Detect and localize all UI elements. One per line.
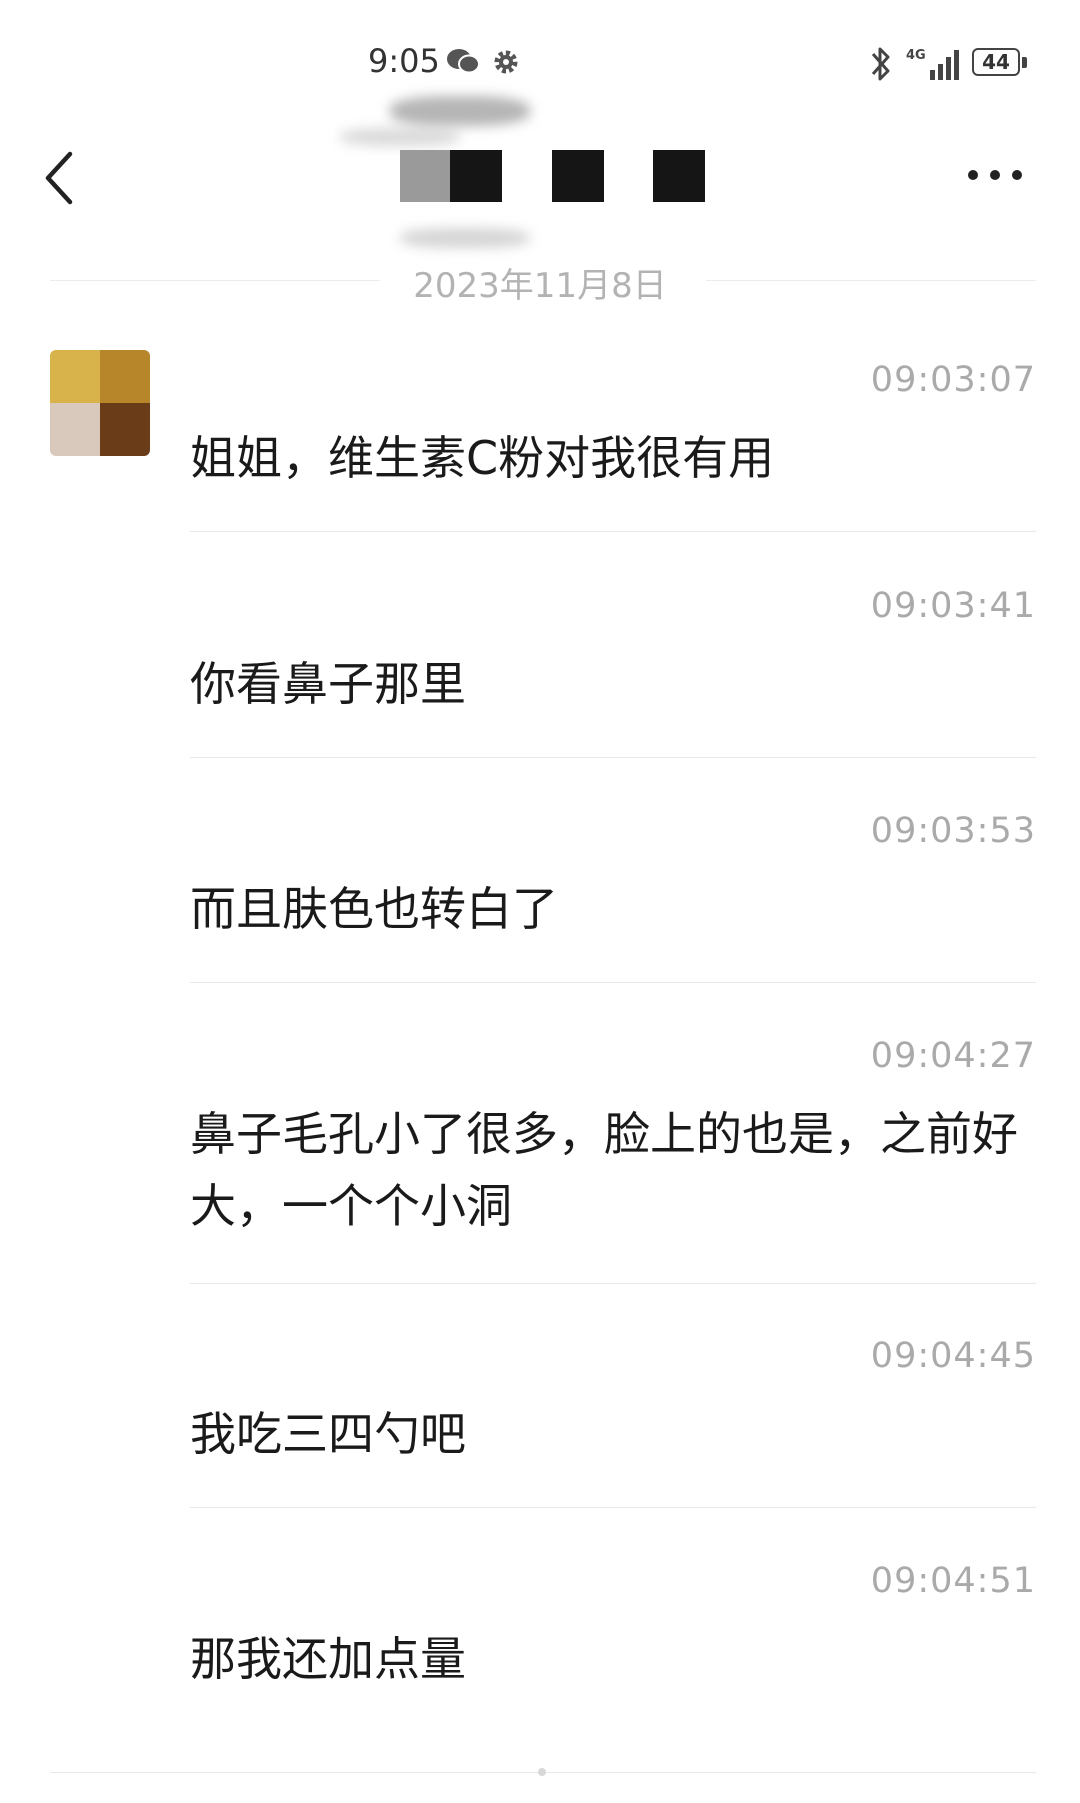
network-label: 4G [906, 48, 926, 63]
message-divider [190, 757, 1036, 758]
message-time: 09:04:51 [870, 1561, 1036, 1601]
date-divider-line-right [706, 280, 1036, 281]
message-item[interactable]: 09:04:51 那我还加点量 [190, 1561, 1036, 1733]
battery-level: 44 [972, 48, 1020, 76]
avatar[interactable] [50, 350, 150, 456]
message-item[interactable]: 09:03:41 你看鼻子那里 [190, 586, 1036, 758]
message-text: 那我还加点量 [190, 1632, 466, 1686]
status-time: 9:05 [368, 42, 440, 80]
message-item[interactable]: 09:04:27 鼻子毛孔小了很多，脸上的也是，之前好大，一个个小洞 [190, 1036, 1036, 1284]
message-item[interactable]: 09:04:45 我吃三四勺吧 [190, 1336, 1036, 1508]
message-divider [190, 531, 1036, 532]
chevron-left-icon[interactable] [36, 148, 86, 208]
wechat-icon [447, 49, 480, 74]
message-divider [190, 1283, 1036, 1284]
message-time: 09:04:27 [870, 1036, 1036, 1076]
signal-icon: 4G [906, 48, 959, 80]
message-time: 09:03:53 [870, 811, 1036, 851]
message-divider [190, 1507, 1036, 1508]
message-divider [190, 982, 1036, 983]
battery-icon: 44 [972, 48, 1030, 80]
bluetooth-icon [871, 47, 890, 81]
date-divider: 2023年11月8日 [413, 266, 667, 306]
message-text: 鼻子毛孔小了很多，脸上的也是，之前好大，一个个小洞 [190, 1107, 1018, 1233]
contact-name-redacted [400, 150, 705, 202]
message-time: 09:04:45 [870, 1336, 1036, 1376]
date-divider-line-left [50, 280, 380, 281]
message-item[interactable]: 09:03:53 而且肤色也转白了 [190, 811, 1036, 983]
more-dots-icon[interactable] [960, 160, 1030, 190]
message-item[interactable]: 09:03:07 姐姐，维生素C粉对我很有用 [190, 360, 1036, 532]
message-text: 你看鼻子那里 [190, 657, 466, 711]
message-time: 09:03:07 [870, 360, 1036, 400]
message-text: 姐姐，维生素C粉对我很有用 [190, 431, 775, 485]
message-text: 而且肤色也转白了 [190, 882, 558, 936]
gear-icon [494, 50, 518, 74]
message-time: 09:03:41 [870, 586, 1036, 626]
scroll-indicator-dot [538, 1768, 546, 1776]
message-text: 我吃三四勺吧 [190, 1407, 466, 1461]
